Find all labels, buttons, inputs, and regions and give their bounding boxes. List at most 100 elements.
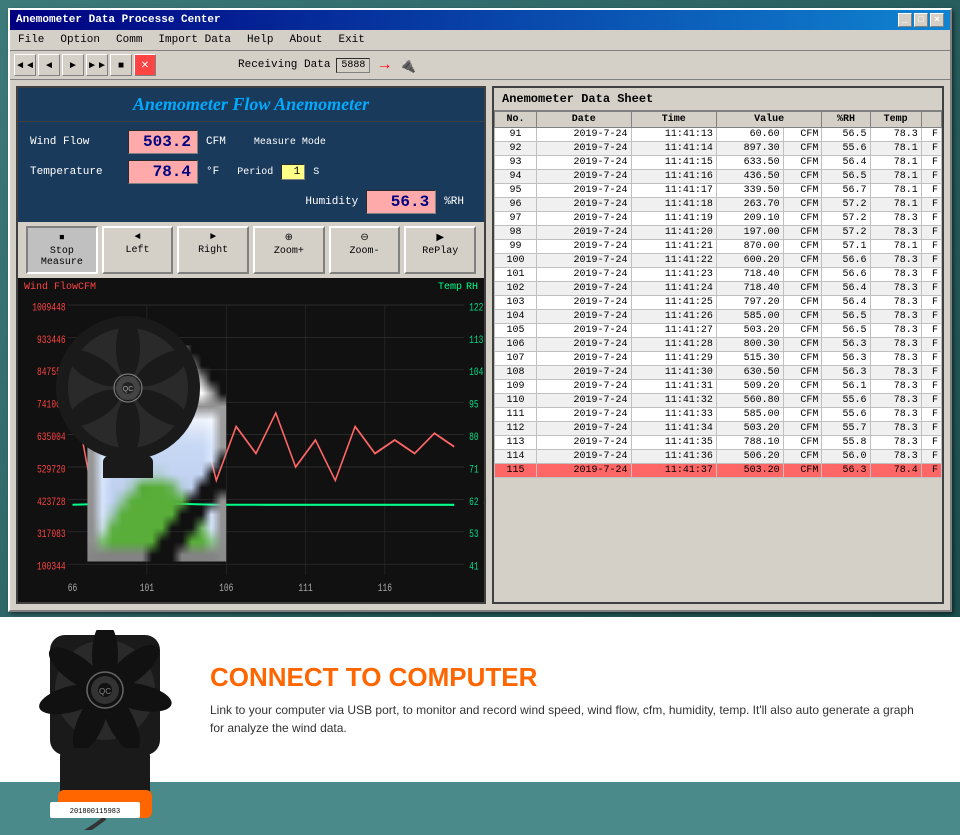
cell-no: 105 [495, 324, 537, 338]
menu-option[interactable]: Option [56, 32, 104, 48]
cell-unit2: F [921, 366, 941, 380]
svg-text:53 30: 53 30 [469, 528, 484, 541]
maximize-button[interactable]: □ [914, 13, 928, 27]
cell-time: 11:41:29 [631, 352, 716, 366]
cell-value: 503.20 [716, 422, 783, 436]
table-row: 96 2019-7-24 11:41:18 263.70 CFM 57.2 78… [495, 198, 942, 212]
cell-unit: CFM [783, 240, 822, 254]
cell-rh: 57.2 [822, 198, 870, 212]
menu-import[interactable]: Import Data [154, 32, 235, 48]
cell-temp: 78.3 [870, 268, 921, 282]
cell-value: 509.20 [716, 380, 783, 394]
cell-unit2: F [921, 408, 941, 422]
toolbar-btn-4[interactable]: ►► [86, 54, 108, 76]
cell-unit: CFM [783, 198, 822, 212]
cell-temp: 78.3 [870, 394, 921, 408]
cell-temp: 78.1 [870, 198, 921, 212]
right-button[interactable]: ► Right [177, 226, 249, 274]
cell-time: 11:41:26 [631, 310, 716, 324]
cell-value: 797.20 [716, 296, 783, 310]
cell-time: 11:41:19 [631, 212, 716, 226]
cell-no: 112 [495, 422, 537, 436]
cell-unit2: F [921, 464, 941, 478]
cell-time: 11:41:25 [631, 296, 716, 310]
cell-unit2: F [921, 142, 941, 156]
table-container[interactable]: No. Date Time Value %RH Temp 91 2019-7-2… [494, 111, 942, 602]
replay-button[interactable]: ▶ RePlay [404, 226, 476, 274]
cell-rh: 56.0 [822, 450, 870, 464]
cell-temp: 78.3 [870, 282, 921, 296]
cell-date: 2019-7-24 [536, 240, 631, 254]
toolbar-btn-5[interactable]: ■ [110, 54, 132, 76]
cell-unit: CFM [783, 170, 822, 184]
cell-rh: 57.2 [822, 212, 870, 226]
left-icon: ◄ [135, 232, 141, 243]
cell-value: 515.30 [716, 352, 783, 366]
cell-temp: 78.3 [870, 380, 921, 394]
cell-value: 436.50 [716, 170, 783, 184]
cell-unit: CFM [783, 184, 822, 198]
svg-text:101: 101 [140, 582, 155, 595]
menu-help[interactable]: Help [243, 32, 277, 48]
minimize-button[interactable]: _ [898, 13, 912, 27]
cell-date: 2019-7-24 [536, 394, 631, 408]
data-table: No. Date Time Value %RH Temp 91 2019-7-2… [494, 111, 942, 478]
cell-unit: CFM [783, 464, 822, 478]
cell-unit: CFM [783, 338, 822, 352]
close-button[interactable]: × [930, 13, 944, 27]
cell-time: 11:41:16 [631, 170, 716, 184]
cell-temp: 78.3 [870, 254, 921, 268]
cell-rh: 55.7 [822, 422, 870, 436]
col-unit [921, 112, 941, 128]
cell-unit: CFM [783, 408, 822, 422]
menu-exit[interactable]: Exit [334, 32, 368, 48]
cell-no: 115 [495, 464, 537, 478]
cell-no: 114 [495, 450, 537, 464]
cell-unit2: F [921, 352, 941, 366]
stop-measure-button[interactable]: ⏹ Stop Measure [26, 226, 98, 274]
left-button[interactable]: ◄ Left [102, 226, 174, 274]
wind-flow-value: 503.2 [128, 130, 198, 154]
cell-rh: 56.7 [822, 184, 870, 198]
col-temp: Temp [870, 112, 921, 128]
svg-text:113.90: 113.90 [469, 334, 484, 347]
cell-no: 107 [495, 352, 537, 366]
cell-value: 585.00 [716, 408, 783, 422]
svg-text:106: 106 [219, 582, 234, 595]
temperature-label: Temperature [30, 166, 120, 178]
left-panel: Anemometer Flow Anemometer Wind Flow 503… [16, 86, 486, 604]
toolbar-btn-1[interactable]: ◄◄ [14, 54, 36, 76]
main-content: Anemometer Flow Anemometer Wind Flow 503… [10, 80, 950, 610]
menu-about[interactable]: About [285, 32, 326, 48]
cell-unit: CFM [783, 296, 822, 310]
toolbar-btn-stop[interactable]: ✕ [134, 54, 156, 76]
cell-value: 718.40 [716, 282, 783, 296]
toolbar-btn-2[interactable]: ◄ [38, 54, 60, 76]
legend-rh: RH [466, 282, 478, 293]
cell-value: 339.50 [716, 184, 783, 198]
cell-temp: 78.3 [870, 352, 921, 366]
cell-unit2: F [921, 156, 941, 170]
table-row: 102 2019-7-24 11:41:24 718.40 CFM 56.4 7… [495, 282, 942, 296]
cell-temp: 78.4 [870, 464, 921, 478]
zoom-in-button[interactable]: ⊕ Zoom+ [253, 226, 325, 274]
cell-time: 11:41:28 [631, 338, 716, 352]
menu-file[interactable]: File [14, 32, 48, 48]
table-row: 114 2019-7-24 11:41:36 506.20 CFM 56.0 7… [495, 450, 942, 464]
cell-rh: 56.4 [822, 296, 870, 310]
svg-text:66: 66 [68, 582, 78, 595]
toolbar-btn-3[interactable]: ► [62, 54, 84, 76]
table-row: 93 2019-7-24 11:41:15 633.50 CFM 56.4 78… [495, 156, 942, 170]
cell-no: 106 [495, 338, 537, 352]
cell-time: 11:41:30 [631, 366, 716, 380]
cell-unit2: F [921, 184, 941, 198]
menu-comm[interactable]: Comm [112, 32, 146, 48]
toolbar: ◄◄ ◄ ► ►► ■ ✕ Receiving Data 5888 → 🔌 [10, 51, 950, 80]
zoom-out-button[interactable]: ⊖ Zoom- [329, 226, 401, 274]
svg-text:QC: QC [99, 687, 111, 696]
app-window: Anemometer Data Processe Center _ □ × Fi… [8, 8, 952, 612]
cell-temp: 78.3 [870, 436, 921, 450]
app-title: Anemometer Data Processe Center [16, 14, 221, 26]
cell-no: 103 [495, 296, 537, 310]
cell-no: 113 [495, 436, 537, 450]
